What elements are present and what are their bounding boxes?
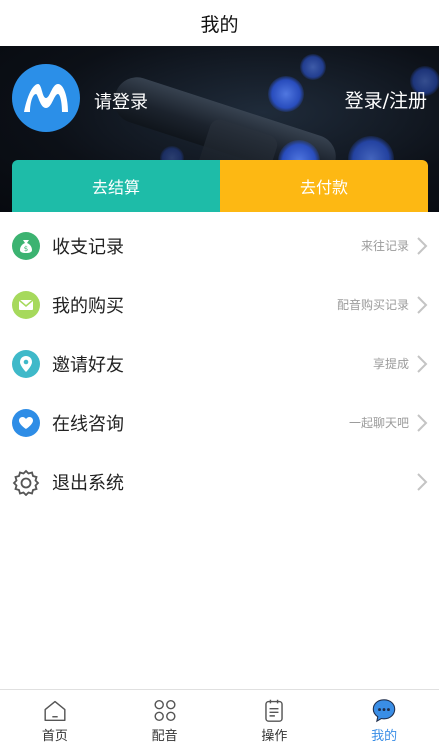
chevron-right-icon <box>417 354 428 373</box>
tab-home[interactable]: 首页 <box>0 690 110 744</box>
menu-item-label: 邀请好友 <box>52 354 124 376</box>
tab-label: 配音 <box>151 729 178 744</box>
menu-item-hint: 来往记录 <box>360 239 409 253</box>
chat-bubble-icon <box>372 699 396 723</box>
chevron-right-icon <box>417 236 428 255</box>
menu-item-hint: 享提成 <box>372 357 409 371</box>
tab-mine[interactable]: 我的 <box>329 690 439 744</box>
top-bar: 我的 <box>0 0 439 46</box>
bottom-tab-bar: 首页 配音 操作 我的 <box>0 689 439 744</box>
page-title: 我的 <box>200 13 239 36</box>
chevron-right-icon <box>417 295 428 314</box>
menu-item-invite-friends[interactable]: 邀请好友 享提成 <box>0 334 439 393</box>
login-register-link[interactable]: 登录/注册 <box>345 86 427 113</box>
tab-label: 操作 <box>261 729 288 744</box>
menu-item-label: 收支记录 <box>52 236 124 258</box>
gear-icon <box>12 468 40 496</box>
tab-dubbing[interactable]: 配音 <box>110 690 220 744</box>
grid-icon <box>154 699 176 722</box>
bokeh-light <box>268 76 304 112</box>
bokeh-light <box>300 54 326 80</box>
avatar[interactable] <box>12 64 80 132</box>
settle-button[interactable]: 去结算 <box>12 160 220 212</box>
clipboard-icon <box>265 699 284 722</box>
menu-item-online-consult[interactable]: 在线咨询 一起聊天吧 <box>0 393 439 452</box>
menu-item-label: 我的购买 <box>52 295 124 317</box>
menu-item-label: 在线咨询 <box>52 413 124 435</box>
home-icon <box>44 700 66 722</box>
menu-item-hint: 一起聊天吧 <box>348 416 409 430</box>
money-bag-icon: $ <box>12 231 40 260</box>
tab-operations[interactable]: 操作 <box>220 690 330 744</box>
menu-item-purchases[interactable]: 我的购买 配音购买记录 <box>0 275 439 334</box>
menu-item-logout[interactable]: 退出系统 <box>0 452 439 511</box>
svg-text:$: $ <box>24 245 28 253</box>
login-prompt[interactable]: 请登录 <box>94 88 148 114</box>
menu-list: $ 收支记录 来往记录 我的购买 配音购买记录 邀请好友 享提成 在线咨询 一起… <box>0 216 439 511</box>
menu-item-transactions[interactable]: $ 收支记录 来往记录 <box>0 216 439 275</box>
mail-icon <box>12 290 40 319</box>
chevron-right-icon <box>417 413 428 432</box>
tab-label: 首页 <box>41 729 68 744</box>
chevron-right-icon <box>417 472 428 491</box>
menu-item-hint: 配音购买记录 <box>336 298 409 312</box>
tab-label: 我的 <box>371 729 398 744</box>
pay-button[interactable]: 去付款 <box>220 160 428 212</box>
app-logo-icon <box>24 84 68 112</box>
location-pin-icon <box>12 349 40 378</box>
menu-item-label: 退出系统 <box>52 472 124 494</box>
action-buttons: 去结算 去付款 <box>12 160 428 212</box>
heart-icon <box>12 408 40 437</box>
